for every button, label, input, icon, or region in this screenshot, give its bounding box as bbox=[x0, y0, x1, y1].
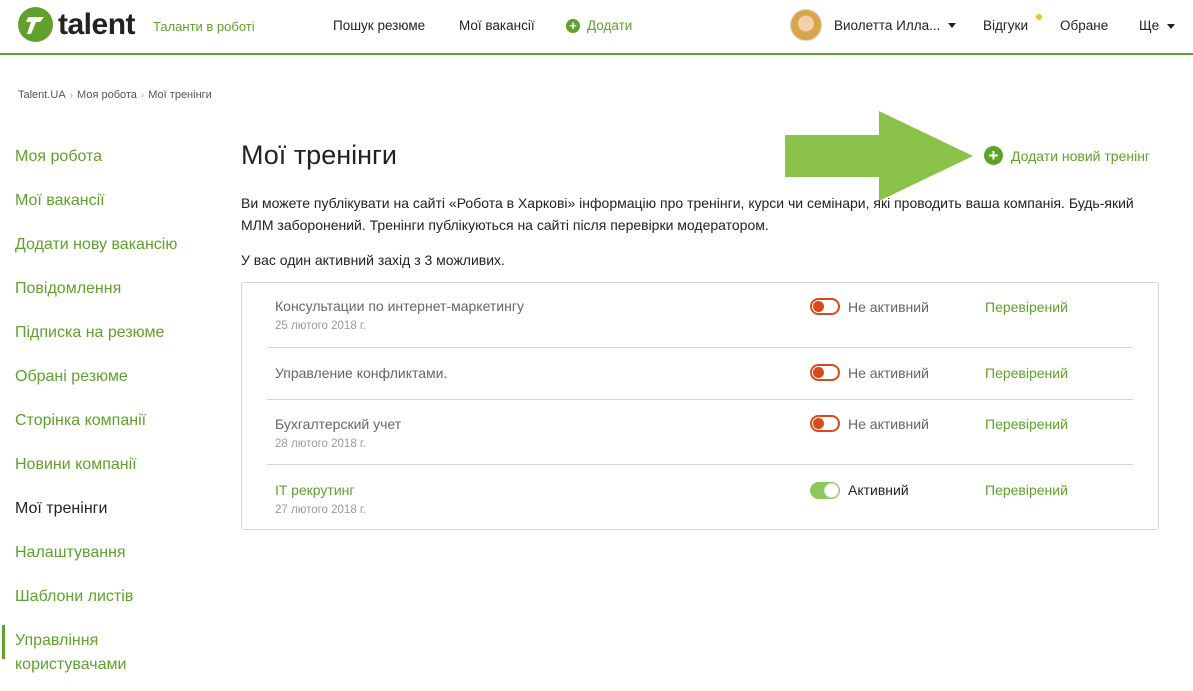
training-date: 27 лютого 2018 г. bbox=[275, 504, 366, 516]
verification-status: Перевірений bbox=[985, 416, 1068, 432]
add-training-button[interactable]: + Додати новий тренінг bbox=[984, 146, 1150, 165]
page-title: Мої тренінги bbox=[241, 140, 397, 170]
user-menu[interactable]: Виолетта Илла... bbox=[790, 9, 957, 41]
training-name[interactable]: IT рекрутинг bbox=[275, 482, 354, 498]
nav-favorites[interactable]: Обране bbox=[1060, 18, 1108, 33]
logo[interactable]: talent bbox=[18, 7, 136, 42]
sidebar-item-settings[interactable]: Налаштування bbox=[15, 541, 205, 565]
breadcrumb-item[interactable]: Talent.UA bbox=[18, 89, 66, 101]
sidebar-item-messages[interactable]: Повідомлення bbox=[15, 277, 205, 301]
nav-more-label: Ще bbox=[1139, 18, 1160, 33]
sidebar-item-user-management[interactable]: Управління користувачами bbox=[15, 629, 205, 677]
training-row: IT рекрутинг 27 лютого 2018 г. Активний … bbox=[267, 465, 1133, 530]
chevron-down-icon bbox=[948, 22, 957, 28]
sidebar-item-company-news[interactable]: Новини компанії bbox=[15, 453, 205, 477]
toggle-knob bbox=[813, 367, 824, 378]
logo-text: talent bbox=[58, 8, 136, 41]
sidebar-item-letter-templates[interactable]: Шаблони листів bbox=[15, 585, 205, 609]
tagline: Таланти в роботі bbox=[153, 19, 255, 34]
breadcrumb-current: Мої тренінги bbox=[148, 89, 212, 101]
training-row: Бухгалтерский учет 28 лютого 2018 г. Не … bbox=[267, 400, 1133, 465]
training-name[interactable]: Консультации по интернет-маркетингу bbox=[275, 298, 524, 314]
notification-dot bbox=[1036, 14, 1042, 20]
nav-responses[interactable]: Відгуки bbox=[983, 18, 1028, 33]
logo-icon bbox=[18, 7, 53, 42]
status-toggle[interactable] bbox=[810, 364, 840, 381]
sidebar-item-add-vacancy[interactable]: Додати нову вакансію bbox=[15, 233, 205, 257]
sidebar-item-my-trainings[interactable]: Мої тренінги bbox=[15, 497, 205, 521]
nav-add-label: Додати bbox=[587, 18, 633, 33]
training-status: Не активний bbox=[848, 365, 929, 381]
trainings-list: Консультации по интернет-маркетингу 25 л… bbox=[241, 282, 1159, 530]
sidebar-active-indicator bbox=[2, 625, 5, 659]
status-toggle[interactable] bbox=[810, 415, 840, 432]
toggle-knob bbox=[824, 483, 839, 498]
training-name[interactable]: Бухгалтерский учет bbox=[275, 416, 401, 432]
training-name[interactable]: Управление конфликтами. bbox=[275, 365, 447, 381]
training-row: Управление конфликтами. Не активний Пере… bbox=[267, 348, 1133, 400]
status-toggle[interactable] bbox=[810, 482, 840, 499]
sidebar-item-saved-resumes[interactable]: Обрані резюме bbox=[15, 365, 205, 389]
verification-status: Перевірений bbox=[985, 299, 1068, 315]
training-status: Активний bbox=[848, 482, 909, 498]
verification-status: Перевірений bbox=[985, 482, 1068, 498]
sidebar-item-resume-subscription[interactable]: Підписка на резюме bbox=[15, 321, 205, 345]
breadcrumb-item[interactable]: Моя робота bbox=[77, 89, 137, 101]
avatar bbox=[790, 9, 822, 41]
description: Ви можете публікувати на сайті «Робота в… bbox=[241, 195, 1134, 233]
nav-search-resume[interactable]: Пошук резюме bbox=[333, 18, 425, 33]
sidebar-item-company-page[interactable]: Сторінка компанії bbox=[15, 409, 205, 433]
active-summary: У вас один активний захід з 3 можливих. bbox=[241, 252, 505, 268]
training-status: Не активний bbox=[848, 299, 929, 315]
training-status: Не активний bbox=[848, 416, 929, 432]
green-arrow-icon bbox=[785, 111, 973, 201]
toggle-knob bbox=[813, 418, 824, 429]
chevron-down-icon bbox=[1167, 23, 1176, 29]
toggle-knob bbox=[813, 301, 824, 312]
top-header: talent Таланти в роботі Пошук резюме Мої… bbox=[0, 0, 1193, 55]
plus-icon: + bbox=[984, 146, 1003, 165]
user-name: Виолетта Илла... bbox=[834, 17, 941, 33]
sidebar-item-my-work[interactable]: Моя робота bbox=[15, 145, 205, 169]
verification-status: Перевірений bbox=[985, 365, 1068, 381]
sidebar-item-my-vacancies[interactable]: Мої вакансії bbox=[15, 189, 205, 213]
status-toggle[interactable] bbox=[810, 298, 840, 315]
breadcrumb-separator-icon: › bbox=[140, 90, 145, 101]
training-row: Консультации по интернет-маркетингу 25 л… bbox=[267, 283, 1133, 348]
training-date: 25 лютого 2018 г. bbox=[275, 320, 366, 332]
training-date: 28 лютого 2018 г. bbox=[275, 438, 366, 450]
nav-my-vacancies[interactable]: Мої вакансії bbox=[459, 18, 535, 33]
breadcrumb-separator-icon: › bbox=[69, 90, 74, 101]
nav-add-button[interactable]: + Додати bbox=[566, 18, 632, 33]
nav-more-menu[interactable]: Ще bbox=[1139, 18, 1176, 33]
breadcrumb: Talent.UA › Моя робота › Мої тренінги bbox=[18, 89, 212, 101]
plus-icon: + bbox=[566, 18, 580, 33]
add-training-label: Додати новий тренінг bbox=[1011, 147, 1151, 164]
